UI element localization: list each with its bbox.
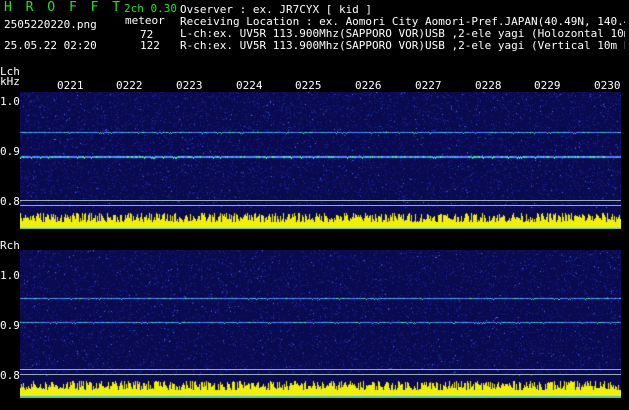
rch-tick-0-9: 0.9 <box>0 319 20 332</box>
location-line: Receiving Location : ex. Aomori City Aom… <box>180 16 625 28</box>
lch-tick-1-0: 1.0 <box>0 95 20 108</box>
time-label: 0226 <box>355 79 382 92</box>
lch-spectrogram <box>20 92 621 229</box>
meteor-label: meteor <box>125 14 165 27</box>
rch-baseline <box>20 369 621 370</box>
rch-tick-0-8: 0.8 <box>0 369 20 382</box>
time-label: 0221 <box>57 79 84 92</box>
rch-waterfall <box>20 250 621 398</box>
time-label: 0224 <box>236 79 263 92</box>
app-logo: H R O F F T <box>4 0 124 15</box>
datetime-label: 25.05.22 02:20 <box>4 39 97 52</box>
lch-unit: kHz <box>0 75 20 88</box>
time-label: 0223 <box>176 79 203 92</box>
rch-tick-1-0: 1.0 <box>0 269 20 282</box>
time-label: 0230 <box>594 79 621 92</box>
rch-config-line: R-ch:ex. UV5R 113.900Mhz(SAPPORO VOR)USB… <box>180 40 625 52</box>
header: H R O F F T 2ch 0.30 2505220220.png mete… <box>0 0 629 62</box>
rch-spectrogram <box>20 250 621 398</box>
time-label: 0222 <box>116 79 143 92</box>
time-label: 0225 <box>295 79 322 92</box>
time-label: 0227 <box>415 79 442 92</box>
filename-label: 2505220220.png <box>4 18 97 31</box>
lch-baseline <box>20 205 621 206</box>
meteor-count-rch: 122 <box>140 39 160 52</box>
observer-line: Ovserver : ex. JR7CYX [ kid ] <box>180 4 373 16</box>
time-label: 0229 <box>534 79 561 92</box>
rch-baseline <box>20 374 621 375</box>
lch-config-line: L-ch:ex. UV5R 113.900Mhz(SAPPORO VOR)USB… <box>180 28 625 40</box>
lch-baseline <box>20 200 621 201</box>
rch-title: Rch <box>0 239 20 252</box>
lch-tick-0-8: 0.8 <box>0 195 20 208</box>
lch-waterfall <box>20 92 621 229</box>
lch-tick-0-9: 0.9 <box>0 145 20 158</box>
time-label: 0228 <box>475 79 502 92</box>
